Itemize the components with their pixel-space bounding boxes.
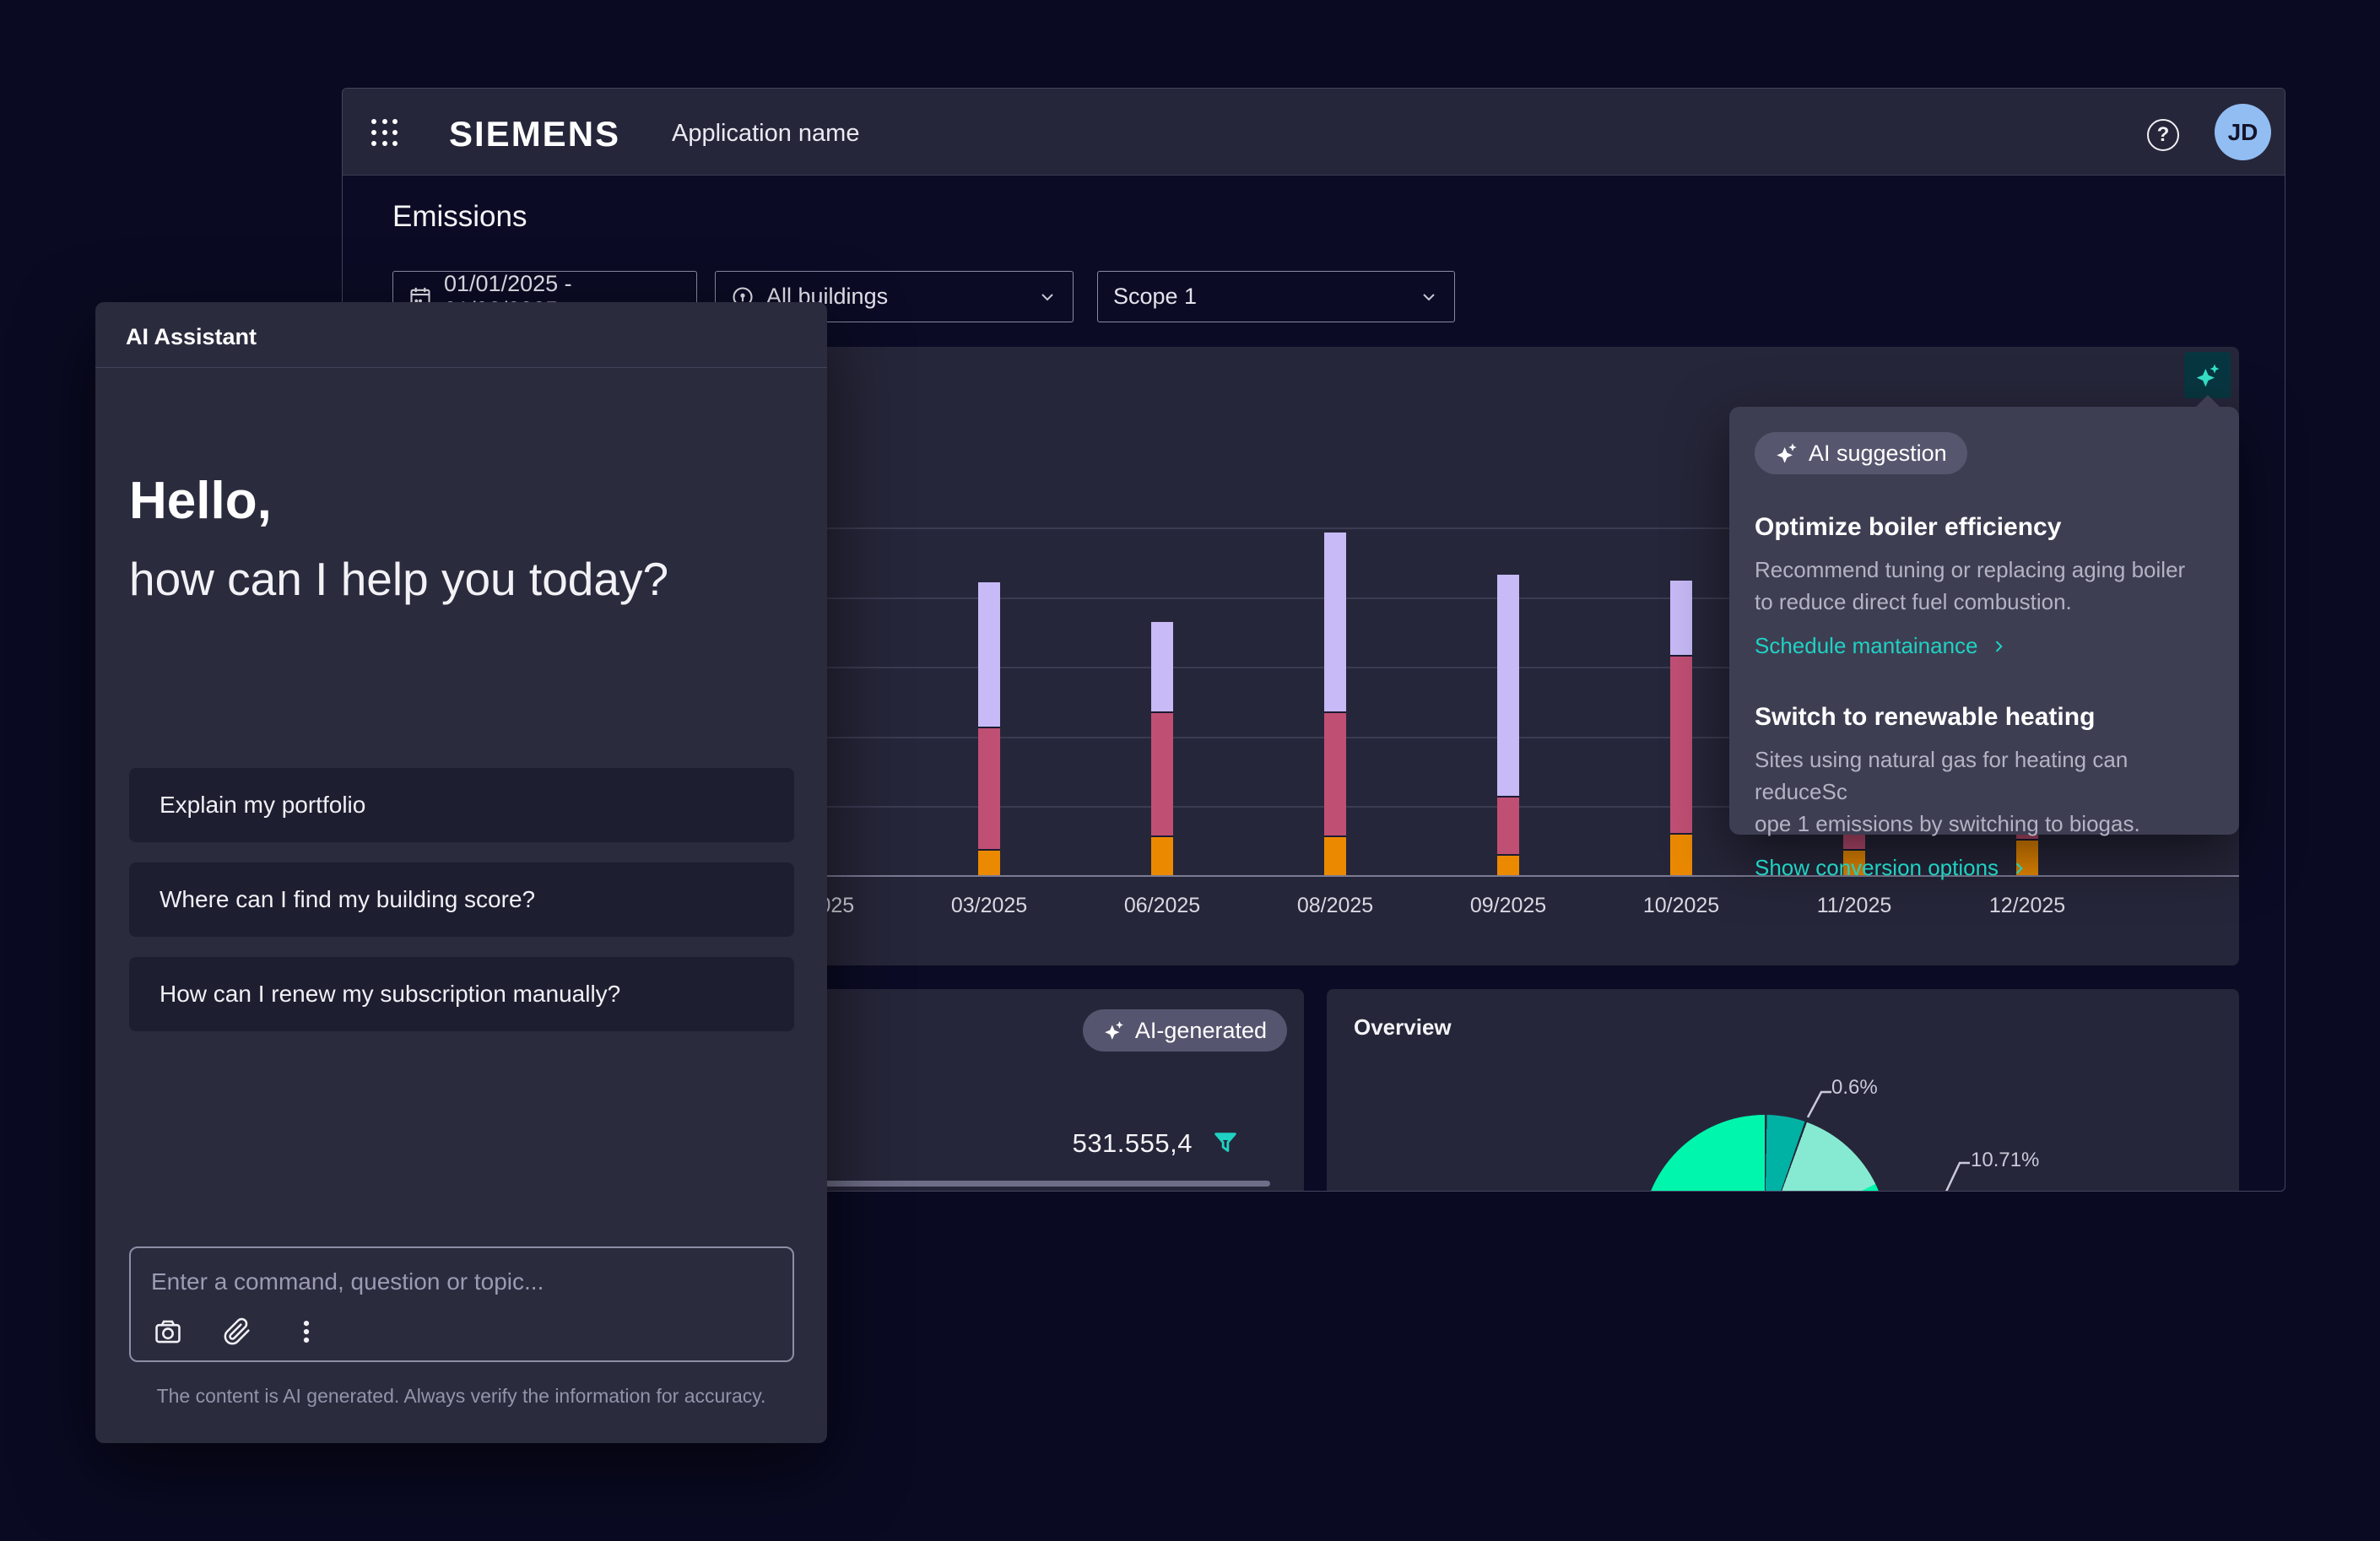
horizontal-scrollbar[interactable]: [816, 1181, 1270, 1187]
page-title: Emissions: [392, 200, 527, 234]
bar-segment-orange-09/2025[interactable]: [1497, 856, 1519, 875]
suggestion-link-label: Show conversion options: [1755, 855, 1999, 881]
bar-segment-purple-06/2025[interactable]: [1151, 622, 1173, 713]
bar-segment-pink-10/2025[interactable]: [1670, 657, 1692, 835]
x-axis-label: 08/2025: [1268, 894, 1403, 918]
suggestion-body: Sites using natural gas for heating can …: [1755, 743, 2214, 840]
chevron-right-icon: [1990, 638, 2007, 655]
top-bar: SIEMENS Application name ? JD: [343, 89, 2285, 176]
chevron-down-icon: [1037, 287, 1057, 307]
application-name: Application name: [672, 120, 859, 148]
app-launcher-icon[interactable]: [371, 119, 398, 146]
pie-slice-label: 0.6%: [1831, 1076, 1878, 1100]
ai-suggestion-badge-label: AI suggestion: [1809, 441, 1947, 467]
sparkle-icon: [2194, 362, 2221, 389]
bar-segment-pink-06/2025[interactable]: [1151, 713, 1173, 837]
summary-value-row: 531.555,4: [1073, 1128, 1240, 1159]
prompt-suggestion-label: Explain my portfolio: [160, 792, 365, 819]
ai-suggestion-popover: AI suggestion Optimize boiler efficiency…: [1729, 407, 2239, 835]
bar-segment-pink-08/2025[interactable]: [1324, 713, 1346, 837]
suggestion-body: Recommend tuning or replacing aging boil…: [1755, 554, 2214, 618]
camera-icon[interactable]: [153, 1317, 183, 1347]
input-toolbar: [153, 1317, 322, 1347]
ai-suggestion-button[interactable]: [2184, 352, 2231, 398]
bar-segment-orange-10/2025[interactable]: [1670, 835, 1692, 875]
more-options-icon[interactable]: [291, 1317, 322, 1347]
sparkle-icon: [1103, 1019, 1125, 1041]
x-axis-label: 06/2025: [1095, 894, 1230, 918]
prompt-suggestion-label: Where can I find my building score?: [160, 886, 535, 913]
chat-input[interactable]: [151, 1263, 759, 1300]
suggestion-title: Switch to renewable heating: [1755, 703, 2214, 732]
ai-generated-label: AI-generated: [1135, 1018, 1267, 1044]
siemens-logo: SIEMENS: [449, 114, 620, 154]
sparkle-icon: [1775, 441, 1799, 465]
bar-segment-orange-03/2025[interactable]: [978, 851, 1000, 875]
bar-segment-purple-10/2025[interactable]: [1670, 581, 1692, 657]
suggestion-item: Switch to renewable heating Sites using …: [1755, 703, 2214, 925]
suggestion-link-label: Schedule mantainance: [1755, 633, 1978, 659]
suggestion-link[interactable]: Schedule mantainance: [1755, 633, 2007, 659]
overview-card: Overview 0.6% 10.71%: [1327, 989, 2239, 1192]
chevron-down-icon: [1419, 287, 1439, 307]
x-axis-label: 10/2025: [1614, 894, 1749, 918]
ai-assistant-panel: AI Assistant Hello, how can I help you t…: [95, 302, 827, 1443]
attachment-icon[interactable]: [222, 1317, 252, 1347]
prompt-suggestion-label: How can I renew my subscription manually…: [160, 981, 620, 1008]
summary-value: 531.555,4: [1073, 1128, 1193, 1159]
chevron-right-icon: [2010, 860, 2027, 877]
help-icon[interactable]: ?: [2147, 119, 2179, 151]
chat-input-box: [129, 1246, 794, 1362]
greeting-question: how can I help you today?: [129, 552, 668, 606]
avatar[interactable]: JD: [2215, 104, 2271, 160]
overview-title: Overview: [1354, 1014, 1452, 1041]
filter-icon[interactable]: [1211, 1128, 1240, 1159]
bar-segment-purple-09/2025[interactable]: [1497, 575, 1519, 798]
desktop-background: SIEMENS Application name ? JD Emissions …: [0, 0, 2380, 1541]
suggestion-link[interactable]: Show conversion options: [1755, 855, 2027, 881]
ai-suggestion-badge: AI suggestion: [1755, 432, 1967, 474]
bar-segment-purple-08/2025[interactable]: [1324, 533, 1346, 713]
ai-generated-badge: AI-generated: [1083, 1009, 1287, 1052]
popover-caret: [2195, 395, 2220, 408]
suggestion-item: Optimize boiler efficiency Recommend tun…: [1755, 513, 2214, 703]
bar-segment-pink-09/2025[interactable]: [1497, 798, 1519, 856]
suggestion-title: Optimize boiler efficiency: [1755, 513, 2214, 542]
scope-select[interactable]: Scope 1: [1097, 271, 1455, 322]
scope-value: Scope 1: [1113, 284, 1197, 310]
prompt-suggestion-button[interactable]: Explain my portfolio: [129, 768, 794, 842]
bar-segment-orange-08/2025[interactable]: [1324, 837, 1346, 875]
bar-segment-purple-03/2025[interactable]: [978, 582, 1000, 728]
bar-segment-pink-03/2025[interactable]: [978, 728, 1000, 851]
ai-assistant-title: AI Assistant: [126, 324, 257, 350]
x-axis-label: 09/2025: [1441, 894, 1576, 918]
panel-divider: [95, 367, 827, 368]
pie-slice-label: 10.71%: [1971, 1149, 2039, 1172]
x-axis-label: 03/2025: [922, 894, 1057, 918]
overview-pie-chart[interactable]: [1642, 1115, 1888, 1192]
prompt-suggestion-button[interactable]: Where can I find my building score?: [129, 862, 794, 937]
greeting-bold: Hello,: [129, 471, 272, 531]
ai-disclaimer: The content is AI generated. Always veri…: [95, 1385, 827, 1408]
bar-segment-orange-06/2025[interactable]: [1151, 837, 1173, 875]
prompt-suggestion-button[interactable]: How can I renew my subscription manually…: [129, 957, 794, 1031]
